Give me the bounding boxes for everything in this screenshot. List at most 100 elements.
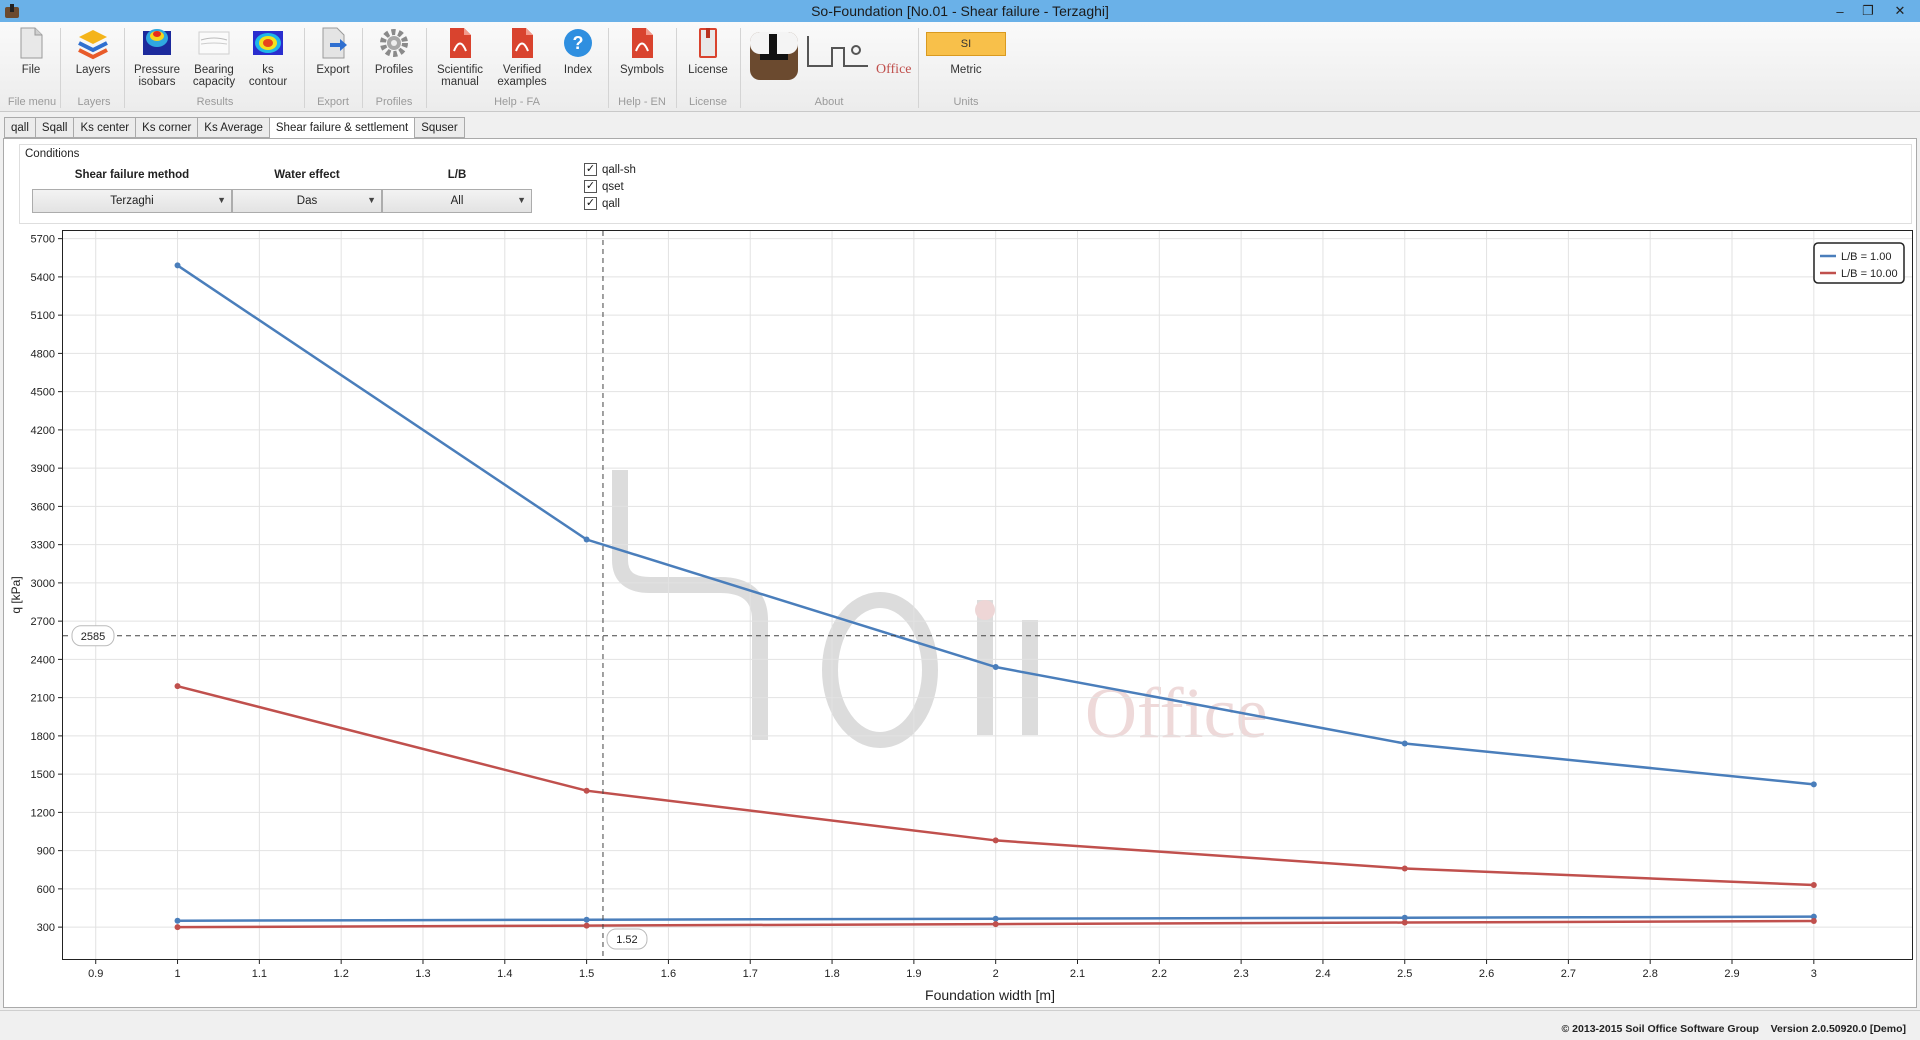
ribbon-separator: [740, 28, 741, 108]
qall-label: qall: [602, 197, 620, 210]
window-title: So-Foundation [No.01 - Shear failure - T…: [811, 3, 1109, 19]
minimize-button[interactable]: –: [1826, 0, 1854, 22]
verified-examples-button[interactable]: Verified examples: [494, 26, 550, 88]
ribbon-separator: [362, 28, 363, 108]
scientific-manual-label: Scientific manual: [436, 64, 484, 88]
ks-contour-icon: [253, 31, 283, 55]
status-text: © 2013-2015 Soil Office Software Group V…: [1562, 1023, 1906, 1035]
lb-select[interactable]: All ▼: [382, 189, 532, 213]
export-icon: [322, 27, 347, 59]
lb-value: All: [450, 195, 464, 207]
chevron-down-icon: ▼: [217, 195, 226, 205]
shear-method-value: Terzaghi: [110, 195, 154, 207]
metric-label: Metric: [950, 64, 982, 76]
ribbon-separator: [426, 28, 427, 108]
tab-squser[interactable]: Squser: [415, 117, 465, 138]
copyright-text: © 2013-2015 Soil Office Software Group: [1561, 1023, 1759, 1035]
group-label: Export: [317, 96, 349, 108]
version-text: Version 2.0.50920.0 [Demo]: [1770, 1023, 1906, 1035]
index-button[interactable]: ? Index: [556, 26, 600, 76]
pressure-isobars-icon: [143, 29, 171, 55]
conditions-title: Conditions: [25, 148, 80, 160]
export-label: Export: [316, 64, 350, 76]
group-label: File menu: [7, 96, 57, 108]
pressure-isobars-label: Pressure isobars: [133, 64, 181, 88]
bearing-capacity-label: Bearing capacity: [192, 64, 236, 88]
units-badge[interactable]: SI: [926, 32, 1006, 56]
checkmark-icon: ✓: [584, 180, 597, 193]
ribbon-separator: [676, 28, 677, 108]
pdf-icon: [512, 28, 533, 58]
close-button[interactable]: ✕: [1886, 0, 1914, 22]
export-button[interactable]: Export: [312, 26, 354, 76]
ribbon-separator: [124, 28, 125, 108]
tab-ks-average[interactable]: Ks Average: [198, 117, 270, 138]
qset-label: qset: [602, 180, 624, 193]
plot-area-frame: [62, 230, 1913, 960]
ks-contour-label: ks contour: [248, 64, 288, 88]
tab-sqall[interactable]: Sqall: [35, 117, 75, 138]
qall-sh-checkbox[interactable]: ✓ qall-sh: [584, 163, 636, 176]
scientific-manual-button[interactable]: Scientific manual: [432, 26, 488, 88]
app-icon[interactable]: [4, 3, 20, 19]
symbols-label: Symbols: [619, 64, 665, 76]
chevron-down-icon: ▼: [367, 195, 376, 205]
logo-office-text: Office: [876, 62, 912, 77]
water-effect-select[interactable]: Das ▼: [232, 189, 382, 213]
profiles-label: Profiles: [374, 64, 414, 76]
group-label: Help - FA: [494, 96, 540, 108]
pressure-isobars-button[interactable]: Pressure isobars: [130, 26, 184, 88]
pdf-icon: [632, 28, 653, 58]
lb-heading: L/B: [447, 169, 467, 181]
tab-shear-failure-settlement[interactable]: Shear failure & settlement: [269, 117, 416, 139]
title-bar: So-Foundation [No.01 - Shear failure - T…: [0, 0, 1920, 22]
shear-method-select[interactable]: Terzaghi ▼: [32, 189, 232, 213]
ribbon-toolbar: File Layers Pressure isobars Bearing cap…: [0, 22, 1920, 112]
shear-method-heading: Shear failure method: [74, 169, 190, 181]
file-icon: [20, 27, 43, 59]
license-label: License: [688, 64, 728, 76]
layers-label: Layers: [75, 64, 111, 76]
profiles-button[interactable]: Profiles: [370, 26, 418, 76]
file-button[interactable]: File: [10, 26, 52, 76]
qall-checkbox[interactable]: ✓ qall: [584, 197, 620, 210]
file-label: File: [21, 64, 41, 76]
license-button[interactable]: License: [684, 26, 732, 76]
tab-qall[interactable]: qall: [4, 117, 36, 138]
layers-button[interactable]: Layers: [70, 26, 116, 76]
license-icon: [699, 28, 717, 58]
group-label: Results: [196, 96, 234, 108]
water-effect-value: Das: [296, 195, 318, 207]
help-icon: ?: [564, 29, 592, 57]
bearing-capacity-icon: [198, 31, 230, 55]
gear-icon: [380, 29, 408, 57]
qset-checkbox[interactable]: ✓ qset: [584, 180, 624, 193]
tab-ks-corner[interactable]: Ks corner: [136, 117, 199, 138]
restore-button[interactable]: ❐: [1854, 0, 1882, 22]
group-label: About: [814, 96, 844, 108]
checkmark-icon: ✓: [584, 197, 597, 210]
water-effect-heading: Water effect: [274, 169, 340, 181]
ribbon-separator: [608, 28, 609, 108]
checkmark-icon: ✓: [584, 163, 597, 176]
qall-sh-label: qall-sh: [602, 163, 636, 176]
group-label: Units: [953, 96, 979, 108]
group-label: Layers: [77, 96, 111, 108]
bearing-capacity-button[interactable]: Bearing capacity: [188, 26, 240, 88]
tab-strip: qall Sqall Ks center Ks corner Ks Averag…: [4, 117, 465, 139]
layers-icon: [78, 30, 108, 60]
status-bar: © 2013-2015 Soil Office Software Group V…: [0, 1010, 1920, 1040]
group-label: Profiles: [375, 96, 413, 108]
tab-ks-center[interactable]: Ks center: [74, 117, 137, 138]
units-button[interactable]: SI Metric: [926, 26, 1006, 76]
about-logo[interactable]: Office: [748, 28, 918, 82]
verified-examples-label: Verified examples: [497, 64, 547, 88]
pdf-icon: [450, 28, 471, 58]
chevron-down-icon: ▼: [517, 195, 526, 205]
index-label: Index: [563, 64, 593, 76]
symbols-button[interactable]: Symbols: [616, 26, 668, 76]
svg-text:?: ?: [573, 33, 584, 53]
group-label: Help - EN: [618, 96, 666, 108]
ribbon-separator: [304, 28, 305, 108]
ks-contour-button[interactable]: ks contour: [246, 26, 290, 88]
